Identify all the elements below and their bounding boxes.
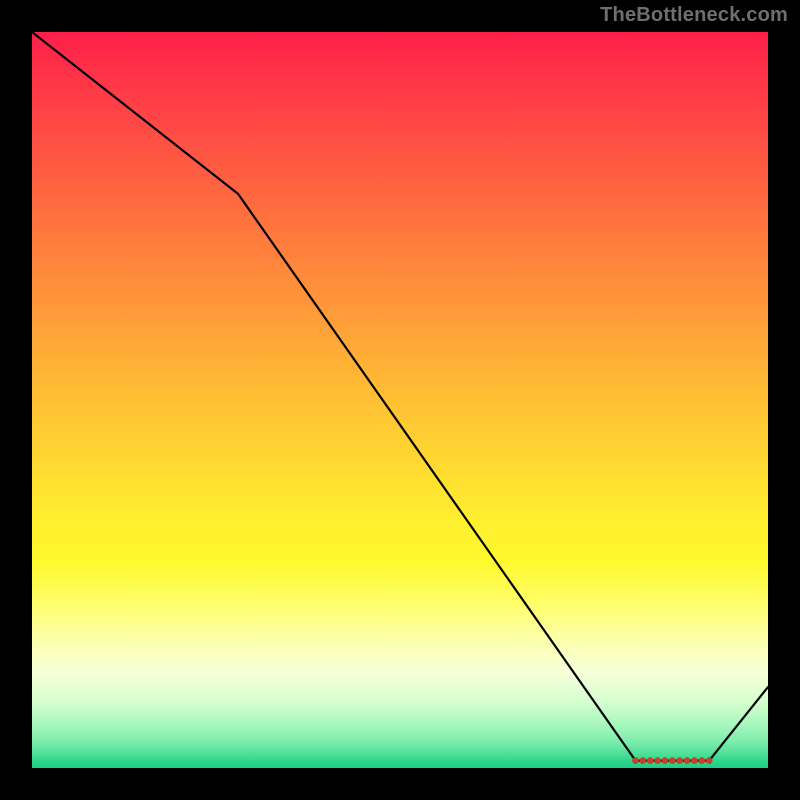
plot-area bbox=[32, 32, 768, 768]
chart-frame: TheBottleneck.com bbox=[0, 0, 800, 800]
sweet-spot-dot bbox=[662, 757, 669, 764]
sweet-spot-dot bbox=[647, 757, 654, 764]
sweet-spot-dot bbox=[632, 757, 639, 764]
bottleneck-curve-line bbox=[32, 32, 768, 761]
sweet-spot-dot bbox=[706, 757, 713, 764]
sweet-spot-markers bbox=[632, 757, 712, 764]
sweet-spot-dot bbox=[669, 757, 676, 764]
chart-overlay bbox=[32, 32, 768, 768]
sweet-spot-dot bbox=[654, 757, 661, 764]
sweet-spot-dot bbox=[684, 757, 691, 764]
sweet-spot-dot bbox=[676, 757, 683, 764]
sweet-spot-dot bbox=[691, 757, 698, 764]
sweet-spot-dot bbox=[639, 757, 646, 764]
watermark-text: TheBottleneck.com bbox=[600, 4, 788, 27]
bottleneck-curve-group bbox=[32, 32, 768, 761]
sweet-spot-dot bbox=[698, 757, 705, 764]
